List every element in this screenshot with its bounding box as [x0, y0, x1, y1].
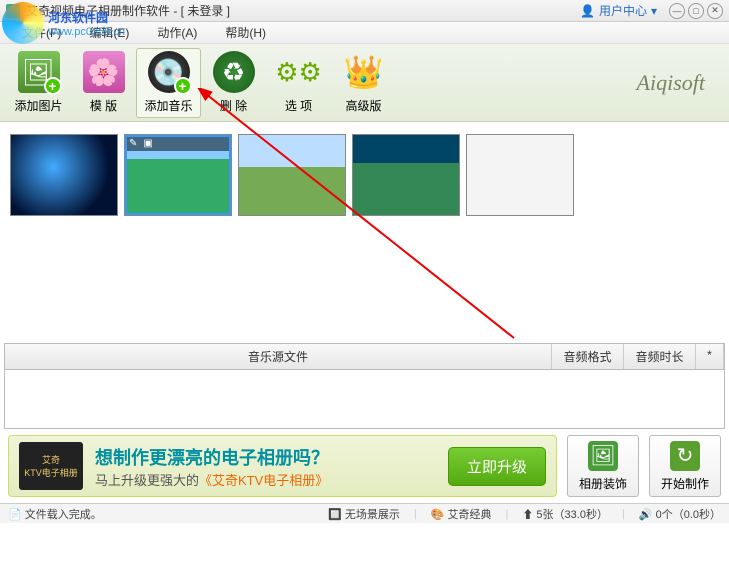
status-bar: 📄 文件载入完成。 🔲 无场景展示 | 🎨 艾奇经典 | ⬆ 5张（33.0秒）…: [0, 503, 729, 523]
gear-icon: ⚙⚙: [278, 51, 320, 93]
col-star[interactable]: *: [696, 344, 724, 369]
status-count: ⬆ 5张（33.0秒）: [522, 506, 608, 522]
brand-label: Aiqisoft: [637, 70, 723, 96]
table-header: 音乐源文件 音频格式 音频时长 *: [5, 344, 724, 370]
thumbnail-1[interactable]: [10, 134, 118, 216]
thumbnail-2[interactable]: ✎ ▣: [124, 134, 232, 216]
refresh-icon: ↻: [670, 441, 700, 471]
menu-help[interactable]: 帮助(H): [211, 24, 280, 41]
user-center-link[interactable]: 👤 用户中心 ▾: [580, 2, 657, 19]
maximize-button[interactable]: □: [688, 3, 704, 19]
decorate-button[interactable]: 🖼 相册装饰: [567, 435, 639, 497]
table-body: [5, 370, 724, 428]
status-theme[interactable]: 🎨 艾奇经典: [431, 506, 492, 522]
user-icon: 👤: [580, 4, 595, 18]
music-table: 音乐源文件 音频格式 音频时长 *: [4, 343, 725, 429]
cd-icon: 💿+: [148, 51, 190, 93]
ad-headline: 想制作更漂亮的电子相册吗？: [95, 444, 436, 470]
start-button[interactable]: ↻ 开始制作: [649, 435, 721, 497]
status-load: 📄 文件载入完成。: [8, 506, 102, 522]
advanced-button[interactable]: 👑 高级版: [331, 48, 396, 118]
options-button[interactable]: ⚙⚙ 选 项: [266, 48, 331, 118]
col-source[interactable]: 音乐源文件: [5, 344, 552, 369]
app-icon: [6, 4, 20, 18]
delete-button[interactable]: ♻ 删 除: [201, 48, 266, 118]
close-button[interactable]: ✕: [707, 3, 723, 19]
upgrade-ad: 艾奇 KTV电子相册 想制作更漂亮的电子相册吗？ 马上升级更强大的《艾奇KTV电…: [8, 435, 557, 497]
crown-icon: 👑: [343, 51, 385, 93]
thumbnail-4[interactable]: [352, 134, 460, 216]
titlebar: 艾奇视频电子相册制作软件 - [ 未登录 ] 👤 用户中心 ▾ — □ ✕: [0, 0, 729, 22]
thumbnail-3[interactable]: [238, 134, 346, 216]
add-music-button[interactable]: 💿+ 添加音乐: [136, 48, 201, 118]
ad-subline: 马上升级更强大的《艾奇KTV电子相册》: [95, 470, 436, 489]
col-format[interactable]: 音频格式: [552, 344, 624, 369]
template-button[interactable]: 🌸 模 版: [71, 48, 136, 118]
status-scene[interactable]: 🔲 无场景展示: [328, 506, 400, 522]
menubar: 文件(F) 编辑(E) 动作(A) 帮助(H): [0, 22, 729, 44]
decorate-icon: 🖼: [588, 441, 618, 471]
thumbnail-strip: ✎ ▣: [0, 122, 729, 228]
minimize-button[interactable]: —: [669, 3, 685, 19]
col-duration[interactable]: 音频时长: [624, 344, 696, 369]
template-icon: 🌸: [83, 51, 125, 93]
transition-icon[interactable]: ▣: [143, 138, 152, 149]
menu-file[interactable]: 文件(F): [8, 24, 75, 41]
window-title: 艾奇视频电子相册制作软件 - [ 未登录 ]: [26, 2, 580, 19]
upgrade-button[interactable]: 立即升级: [448, 447, 546, 486]
trash-icon: ♻: [213, 51, 255, 93]
add-image-button[interactable]: 🖼+ 添加图片: [6, 48, 71, 118]
thumbnail-5[interactable]: [466, 134, 574, 216]
menu-action[interactable]: 动作(A): [143, 24, 211, 41]
menu-edit[interactable]: 编辑(E): [75, 24, 143, 41]
picture-icon: 🖼+: [18, 51, 60, 93]
toolbar: 🖼+ 添加图片 🌸 模 版 💿+ 添加音乐 ♻ 删 除 ⚙⚙ 选 项 👑 高级版…: [0, 44, 729, 122]
thumbnail-tools: ✎ ▣: [125, 135, 231, 151]
status-audio: 🔊 0个（0.0秒）: [639, 506, 721, 522]
ad-thumbnail: 艾奇 KTV电子相册: [19, 442, 83, 490]
bottom-bar: 艾奇 KTV电子相册 想制作更漂亮的电子相册吗？ 马上升级更强大的《艾奇KTV电…: [0, 429, 729, 503]
edit-icon[interactable]: ✎: [129, 138, 137, 149]
